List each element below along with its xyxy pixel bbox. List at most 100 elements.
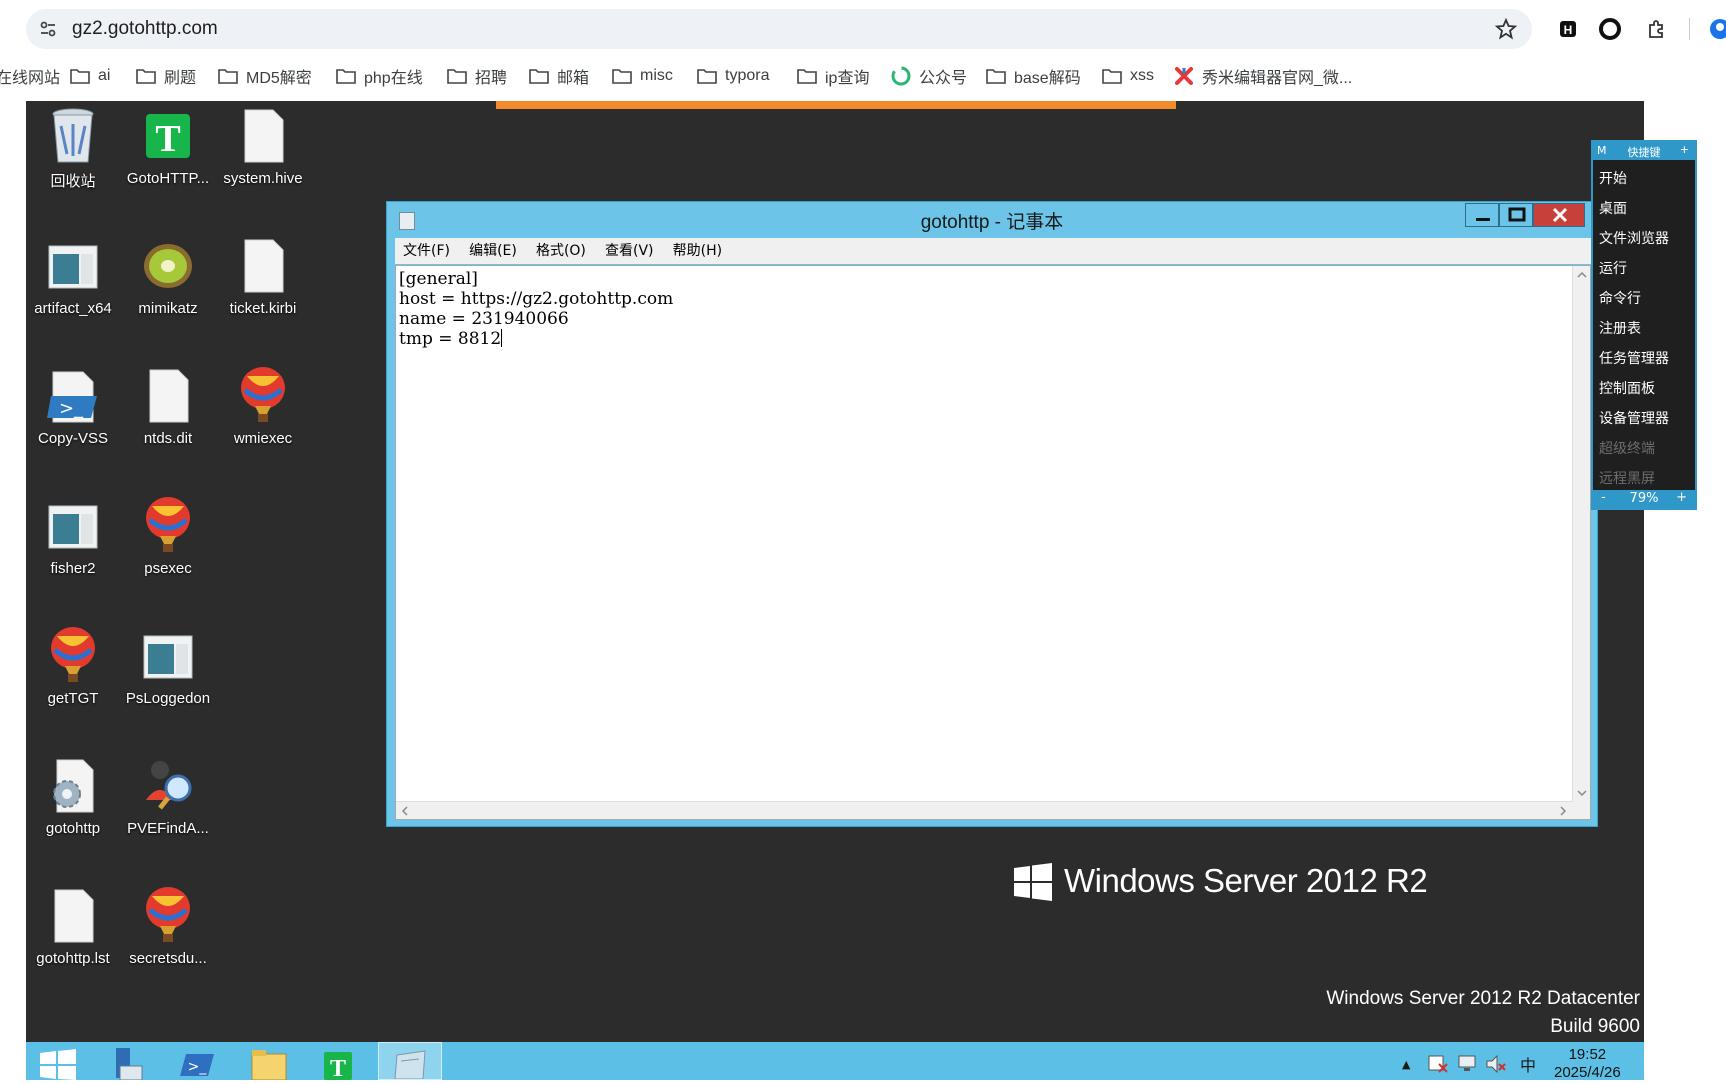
start-button[interactable] bbox=[26, 1042, 90, 1080]
bookmark-folder[interactable]: 招聘 bbox=[447, 64, 507, 88]
bookmark-folder[interactable]: xss bbox=[1102, 64, 1154, 88]
bookmarks-bar: 在线网站 ai 刷题 MD5解密 php在线 招聘 邮箱 misc typora… bbox=[0, 62, 1726, 90]
desktop-icon-system-hive[interactable]: system.hive bbox=[215, 106, 311, 216]
quick-keys-expand[interactable]: + bbox=[1680, 143, 1689, 156]
address-bar[interactable]: gz2.gotohttp.com bbox=[26, 9, 1532, 49]
size-grip[interactable] bbox=[1572, 801, 1590, 819]
menu-help[interactable]: 帮助(H) bbox=[673, 238, 722, 264]
quick-key-file-browser[interactable]: 文件浏览器 bbox=[1599, 228, 1669, 248]
bookmark-folder[interactable]: ai bbox=[70, 64, 110, 88]
url-text[interactable]: gz2.gotohttp.com bbox=[72, 18, 218, 40]
scroll-down-icon[interactable] bbox=[1573, 784, 1591, 802]
menu-format[interactable]: 格式(O) bbox=[536, 238, 586, 264]
taskbar-notepad[interactable] bbox=[378, 1042, 442, 1080]
maximize-icon bbox=[1508, 207, 1526, 222]
show-hidden-icons[interactable]: ▲ bbox=[1402, 1058, 1410, 1071]
bookmark-item[interactable]: 公众号 bbox=[891, 64, 967, 88]
bookmark-folder[interactable]: ip查询 bbox=[797, 64, 869, 88]
minimize-button[interactable] bbox=[1465, 203, 1499, 227]
scroll-up-icon[interactable] bbox=[1573, 266, 1591, 284]
bookmark-item[interactable]: 在线网站 bbox=[0, 64, 60, 88]
bookmark-label: 刷题 bbox=[164, 70, 197, 87]
menu-edit[interactable]: 编辑(E) bbox=[469, 238, 517, 264]
text-caret bbox=[501, 329, 503, 347]
desktop-icon-psexec[interactable]: psexec bbox=[120, 496, 216, 606]
quick-keys-header[interactable]: M 快捷键 + bbox=[1593, 142, 1695, 160]
extension-circle-icon[interactable] bbox=[1598, 17, 1622, 41]
volume-muted-icon[interactable] bbox=[1485, 1054, 1507, 1074]
bookmark-folder[interactable]: misc bbox=[612, 64, 673, 88]
desktop-icon-ticket-kirbi[interactable]: ticket.kirbi bbox=[215, 236, 311, 346]
desktop-icon-artifact[interactable]: artifact_x64 bbox=[25, 236, 121, 346]
desktop-icon-label: ticket.kirbi bbox=[229, 300, 297, 317]
network-icon[interactable] bbox=[1456, 1054, 1478, 1074]
desktop-icon-pvefinda[interactable]: PVEFindA... bbox=[120, 756, 216, 866]
horizontal-scrollbar[interactable] bbox=[396, 801, 1572, 819]
bookmark-item[interactable]: 秀米编辑器官网_微... bbox=[1174, 64, 1352, 88]
taskbar-file-explorer[interactable] bbox=[236, 1042, 300, 1081]
ime-indicator[interactable]: 中 bbox=[1520, 1052, 1536, 1076]
desktop-icon-secretsdump[interactable]: secretsdu... bbox=[120, 886, 216, 996]
quick-key-task-manager[interactable]: 任务管理器 bbox=[1599, 348, 1669, 368]
profile-icon[interactable] bbox=[1708, 17, 1726, 41]
quick-key-device-manager[interactable]: 设备管理器 bbox=[1599, 408, 1669, 428]
extension-h-icon[interactable]: H bbox=[1556, 17, 1580, 41]
bookmark-folder[interactable]: MD5解密 bbox=[218, 64, 312, 88]
desktop-icon-gotohttp-app[interactable]: T GotoHTTP... bbox=[120, 106, 216, 216]
windows-edition: Windows Server 2012 R2 Datacenter bbox=[1326, 988, 1640, 1009]
bookmark-label: ai bbox=[98, 67, 111, 84]
desktop-icon-gettgt[interactable]: getTGT bbox=[25, 626, 121, 736]
quick-key-cmd[interactable]: 命令行 bbox=[1599, 288, 1641, 308]
extensions-puzzle-icon[interactable] bbox=[1645, 17, 1669, 41]
desktop-icon-fisher2[interactable]: fisher2 bbox=[25, 496, 121, 606]
bookmark-folder[interactable]: 刷题 bbox=[136, 64, 196, 88]
quick-key-regedit[interactable]: 注册表 bbox=[1599, 318, 1641, 338]
notepad-content[interactable]: [general] host = https://gz2.gotohttp.com… bbox=[399, 269, 673, 349]
desktop-icon-gotohttp-config[interactable]: gotohttp bbox=[25, 756, 121, 866]
desktop-icon-copy-vss[interactable]: >_ Copy-VSS bbox=[25, 366, 121, 476]
site-settings-icon[interactable] bbox=[38, 19, 58, 39]
menu-view[interactable]: 查看(V) bbox=[605, 238, 654, 264]
quick-key-control-panel[interactable]: 控制面板 bbox=[1599, 378, 1655, 398]
bookmark-label: 邮箱 bbox=[557, 70, 590, 87]
bookmark-label: base解码 bbox=[1014, 70, 1081, 87]
notepad-window[interactable]: gotohttp - 记事本 文件(F) 编辑(E) 格式(O) 查看(V) 帮… bbox=[386, 201, 1598, 827]
bookmark-folder[interactable]: 邮箱 bbox=[529, 64, 589, 88]
taskbar-gotohttp[interactable]: T bbox=[306, 1042, 370, 1082]
scroll-left-icon[interactable] bbox=[396, 802, 414, 820]
quick-key-run[interactable]: 运行 bbox=[1599, 258, 1627, 278]
xiumi-icon bbox=[1175, 67, 1193, 85]
bookmark-folder[interactable]: base解码 bbox=[986, 64, 1081, 88]
desktop-icon-wmiexec[interactable]: wmiexec bbox=[215, 366, 311, 476]
desktop-icon-label: gotohttp bbox=[45, 820, 101, 837]
desktop-icon-gotohttp-lst[interactable]: gotohttp.lst bbox=[25, 886, 121, 996]
scroll-right-icon[interactable] bbox=[1554, 802, 1572, 820]
text-line-last: tmp = 8812 bbox=[399, 329, 673, 349]
bookmark-folder[interactable]: typora bbox=[697, 64, 769, 88]
desktop-icon-mimikatz[interactable]: mimikatz bbox=[120, 236, 216, 346]
taskbar-server-manager[interactable] bbox=[96, 1042, 160, 1081]
server-manager-icon bbox=[116, 1048, 143, 1081]
bookmark-folder[interactable]: php在线 bbox=[336, 64, 423, 88]
vertical-scrollbar[interactable] bbox=[1572, 266, 1590, 802]
close-button[interactable] bbox=[1533, 203, 1585, 227]
taskbar-powershell[interactable]: >_ bbox=[166, 1042, 230, 1080]
quick-key-start[interactable]: 开始 bbox=[1599, 168, 1627, 188]
taskbar-clock[interactable]: 19:52 2025/4/26 bbox=[1554, 1046, 1621, 1082]
desktop-icon-label: artifact_x64 bbox=[34, 300, 112, 317]
desktop-icon-recycle-bin[interactable]: 回收站 bbox=[25, 106, 121, 216]
quick-key-desktop[interactable]: 桌面 bbox=[1599, 198, 1627, 218]
svg-text:H: H bbox=[1564, 23, 1573, 37]
maximize-button[interactable] bbox=[1499, 203, 1533, 227]
notepad-titlebar[interactable]: gotohttp - 记事本 bbox=[387, 202, 1597, 236]
desktop-icon-ntds[interactable]: ntds.dit bbox=[120, 366, 216, 476]
zoom-in-button[interactable]: + bbox=[1676, 490, 1687, 505]
close-icon bbox=[1552, 207, 1568, 223]
desktop-icon-label: ntds.dit bbox=[143, 430, 193, 447]
app-window-icon bbox=[143, 635, 193, 679]
menu-file[interactable]: 文件(F) bbox=[403, 238, 450, 264]
notepad-text-area[interactable]: [general] host = https://gz2.gotohttp.com… bbox=[395, 265, 1591, 820]
action-center-icon[interactable] bbox=[1427, 1054, 1449, 1074]
desktop-icon-psloggedon[interactable]: PsLoggedon bbox=[120, 626, 216, 736]
bookmark-star-icon[interactable] bbox=[1494, 17, 1518, 41]
